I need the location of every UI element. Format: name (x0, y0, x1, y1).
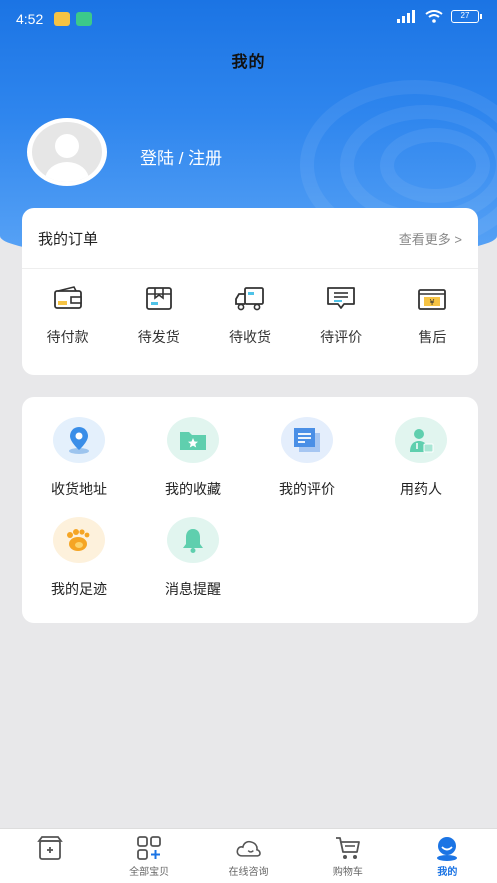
status-bar: 4:52 27 (0, 0, 497, 36)
truck-icon (235, 287, 264, 311)
tool-favorites[interactable]: 我的收藏 (136, 417, 250, 517)
order-pending-payment[interactable]: 待付款 (28, 285, 108, 347)
grid-icon (137, 836, 162, 860)
status-indicators: 27 (397, 10, 482, 23)
favorite-folder-icon (167, 417, 219, 463)
tool-shipping-address[interactable]: 收货地址 (22, 417, 136, 517)
tab-label: 全部宝贝 (129, 867, 170, 878)
order-awaiting-shipment[interactable]: 待发货 (119, 285, 199, 347)
battery-icon: 27 (451, 10, 482, 23)
tool-footprints[interactable]: 我的足迹 (22, 517, 136, 617)
tool-medication-user[interactable]: 用药人 (364, 417, 478, 517)
notification-app-icon (76, 12, 92, 26)
tool-label: 收货地址 (51, 481, 107, 497)
tab-online-consult[interactable]: 在线咨询 (199, 829, 298, 883)
orders-view-more-link[interactable]: 查看更多 > (399, 229, 462, 248)
tab-home[interactable] (0, 829, 99, 883)
tools-card: 收货地址 我的收藏 我的评价 用药人 我的足迹 消息提醒 (22, 397, 478, 623)
footprint-icon (53, 517, 105, 563)
cart-icon (335, 837, 360, 859)
tools-grid: 收货地址 我的收藏 我的评价 用药人 我的足迹 消息提醒 (22, 397, 478, 617)
avatar[interactable] (27, 118, 107, 186)
order-after-sales[interactable]: ¥ 售后 (392, 285, 472, 347)
orders-header: 我的订单 查看更多 > (22, 208, 478, 269)
orders-title: 我的订单 (38, 230, 99, 248)
bottom-tab-bar: 全部宝贝 在线咨询 购物车 我的 (0, 828, 497, 883)
review-icon (281, 417, 333, 463)
tab-label: 我的 (437, 867, 458, 878)
home-store-icon (36, 836, 63, 860)
tool-label: 用药人 (400, 481, 442, 497)
package-icon (145, 287, 172, 310)
wifi-icon (425, 10, 443, 23)
order-item-label: 待发货 (137, 329, 180, 345)
page-title: 我的 (231, 54, 266, 71)
tab-label: 购物车 (332, 867, 363, 878)
tab-cart[interactable]: 购物车 (298, 829, 397, 883)
notification-app-icon (54, 12, 70, 26)
tool-label: 我的足迹 (51, 581, 107, 597)
svg-text:¥: ¥ (430, 298, 435, 307)
order-item-label: 售后 (418, 329, 447, 345)
comment-icon (327, 287, 356, 309)
location-icon (53, 417, 105, 463)
signal-icon (397, 10, 415, 23)
order-awaiting-review[interactable]: 待评价 (301, 285, 381, 347)
tool-my-reviews[interactable]: 我的评价 (250, 417, 364, 517)
tool-label: 消息提醒 (165, 581, 221, 597)
login-register-link[interactable]: 登陆 / 注册 (140, 144, 222, 169)
tool-label: 我的收藏 (165, 481, 221, 497)
order-item-label: 待收货 (228, 329, 271, 345)
tool-message-reminder[interactable]: 消息提醒 (136, 517, 250, 617)
tab-mine[interactable]: 我的 (398, 829, 497, 883)
refund-icon: ¥ (418, 289, 447, 310)
order-status-row: 待付款 待发货 待收货 待评价 ¥ 售后 (22, 269, 478, 347)
order-awaiting-receipt[interactable]: 待收货 (210, 285, 290, 347)
status-time: 4:52 (16, 11, 44, 27)
patient-icon (395, 417, 447, 463)
profile-icon (437, 837, 458, 861)
order-item-label: 待付款 (46, 329, 89, 345)
chat-cloud-icon (236, 840, 261, 857)
tool-label: 我的评价 (279, 481, 335, 497)
orders-card: 我的订单 查看更多 > 待付款 待发货 待收货 待评价 ¥ 售后 (22, 208, 478, 375)
wallet-icon (53, 286, 82, 309)
decorative-swirl (380, 128, 490, 203)
tab-all-products[interactable]: 全部宝贝 (99, 829, 198, 883)
bell-icon (167, 517, 219, 563)
default-avatar-icon (32, 122, 102, 182)
tab-label: 在线咨询 (228, 867, 269, 878)
order-item-label: 待评价 (320, 329, 363, 345)
